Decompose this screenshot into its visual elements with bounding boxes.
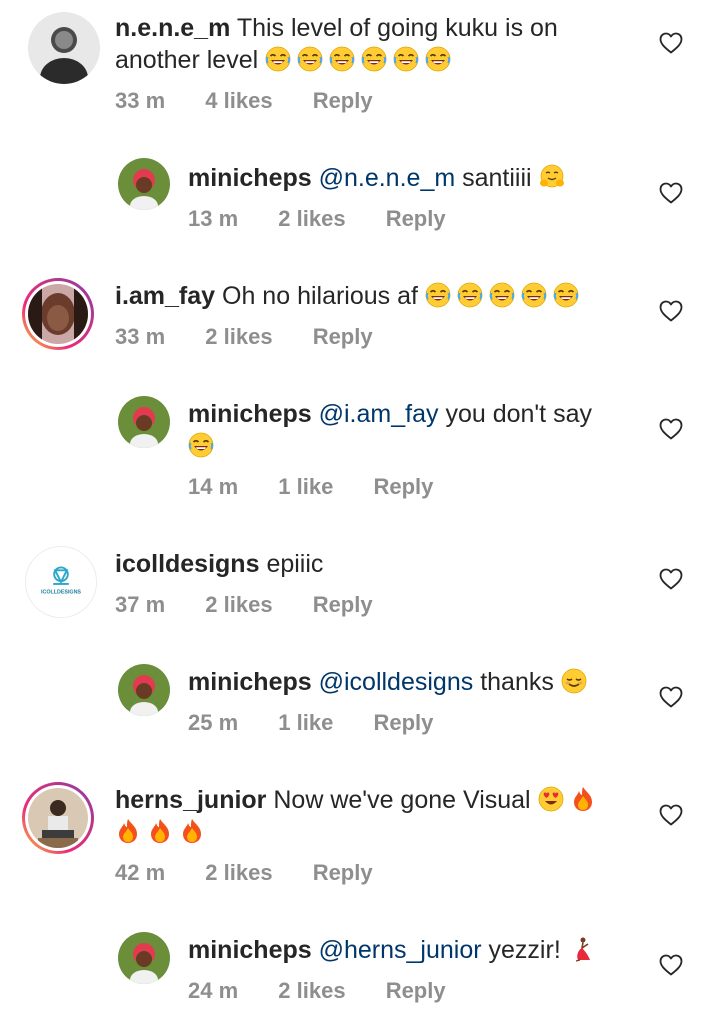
- emoji-group: [265, 46, 457, 74]
- comment-time: 24 m: [188, 978, 239, 1003]
- comment-text: Oh no hilarious af: [222, 282, 418, 310]
- joy-emoji-icon: [188, 432, 214, 458]
- joy-emoji-icon: [265, 46, 291, 72]
- heart-outline-icon[interactable]: [659, 568, 683, 590]
- avatar[interactable]: [118, 664, 170, 716]
- emoji-group: [425, 282, 585, 310]
- fire-emoji-icon: [179, 818, 205, 844]
- heart-eyes-emoji-icon: [538, 786, 564, 812]
- dancer-emoji-icon: [568, 936, 594, 962]
- heart-outline-icon[interactable]: [659, 32, 683, 54]
- mention-link[interactable]: @icolldesigns: [319, 668, 474, 696]
- comment-time: 33 m: [115, 88, 166, 113]
- logo-text: ICOLLDESIGNS: [41, 590, 81, 596]
- comment-likes[interactable]: 4 likes: [205, 88, 272, 113]
- comment-text: you don't say: [445, 400, 592, 428]
- heart-outline-icon[interactable]: [659, 418, 683, 440]
- reply-button[interactable]: Reply: [313, 860, 373, 885]
- heart-outline-icon[interactable]: [659, 686, 683, 708]
- joy-emoji-icon: [297, 46, 323, 72]
- fire-emoji-icon: [147, 818, 173, 844]
- comment-username[interactable]: i.am_fay: [115, 282, 215, 310]
- avatar[interactable]: [118, 932, 170, 984]
- heart-outline-icon[interactable]: [659, 804, 683, 826]
- joy-emoji-icon: [489, 282, 515, 308]
- comment-time: 13 m: [188, 206, 239, 231]
- comment-username[interactable]: herns_junior: [115, 786, 266, 814]
- reply-button[interactable]: Reply: [373, 710, 433, 735]
- comment-username[interactable]: minicheps: [188, 936, 312, 964]
- comment-username[interactable]: n.e.n.e_m: [115, 14, 230, 42]
- comment-username[interactable]: minicheps: [188, 164, 312, 192]
- joy-emoji-icon: [393, 46, 419, 72]
- comment-time: 37 m: [115, 592, 166, 617]
- comment-text: epiiic: [266, 550, 324, 578]
- avatar[interactable]: [118, 158, 170, 210]
- mention-link[interactable]: @i.am_fay: [319, 400, 439, 428]
- reply-button[interactable]: Reply: [313, 324, 373, 349]
- joy-emoji-icon: [553, 282, 579, 308]
- comment-time: 14 m: [188, 474, 239, 499]
- joy-emoji-icon: [425, 46, 451, 72]
- avatar[interactable]: [118, 396, 170, 448]
- relieved-emoji-icon: [561, 668, 587, 694]
- heart-outline-icon[interactable]: [659, 182, 683, 204]
- comment-likes[interactable]: 2 likes: [205, 324, 272, 349]
- emoji-group: [561, 668, 593, 696]
- reply-button[interactable]: Reply: [313, 592, 373, 617]
- heart-outline-icon[interactable]: [659, 300, 683, 322]
- joy-emoji-icon: [521, 282, 547, 308]
- comment-likes[interactable]: 2 likes: [278, 206, 345, 231]
- comment-username[interactable]: minicheps: [188, 668, 312, 696]
- avatar[interactable]: ICOLLDESIGNS: [25, 546, 97, 618]
- reply-button[interactable]: Reply: [386, 206, 446, 231]
- reply-button[interactable]: Reply: [313, 88, 373, 113]
- comment-text: thanks: [480, 668, 554, 696]
- comment-time: 33 m: [115, 324, 166, 349]
- avatar[interactable]: [22, 782, 94, 854]
- comment-text: yezzir!: [488, 936, 561, 964]
- joy-emoji-icon: [361, 46, 387, 72]
- comment-likes[interactable]: 2 likes: [205, 592, 272, 617]
- fire-emoji-icon: [115, 818, 141, 844]
- comment-likes[interactable]: 2 likes: [278, 978, 345, 1003]
- emoji-group: [539, 164, 571, 192]
- joy-emoji-icon: [425, 282, 451, 308]
- comment-time: 42 m: [115, 860, 166, 885]
- comment-likes[interactable]: 2 likes: [205, 860, 272, 885]
- emoji-group: [188, 432, 220, 460]
- comment-likes[interactable]: 1 like: [278, 474, 333, 499]
- comment-time: 25 m: [188, 710, 239, 735]
- avatar[interactable]: [22, 278, 94, 350]
- avatar[interactable]: [28, 12, 100, 84]
- comment-likes[interactable]: 1 like: [278, 710, 333, 735]
- comment-username[interactable]: icolldesigns: [115, 550, 259, 578]
- reply-button[interactable]: Reply: [386, 978, 446, 1003]
- emoji-group: [568, 936, 600, 964]
- comments-list: n.e.n.e_m This level of going kuku is on…: [0, 0, 720, 1014]
- hug-emoji-icon: [539, 164, 565, 190]
- fire-emoji-icon: [570, 786, 596, 812]
- comment-text: Now we've gone Visual: [273, 786, 531, 814]
- joy-emoji-icon: [457, 282, 483, 308]
- reply-button[interactable]: Reply: [373, 474, 433, 499]
- heart-outline-icon[interactable]: [659, 954, 683, 976]
- joy-emoji-icon: [329, 46, 355, 72]
- mention-link[interactable]: @n.e.n.e_m: [319, 164, 456, 192]
- mention-link[interactable]: @herns_junior: [319, 936, 482, 964]
- comment-text: santiiii: [462, 164, 532, 192]
- comment-username[interactable]: minicheps: [188, 400, 312, 428]
